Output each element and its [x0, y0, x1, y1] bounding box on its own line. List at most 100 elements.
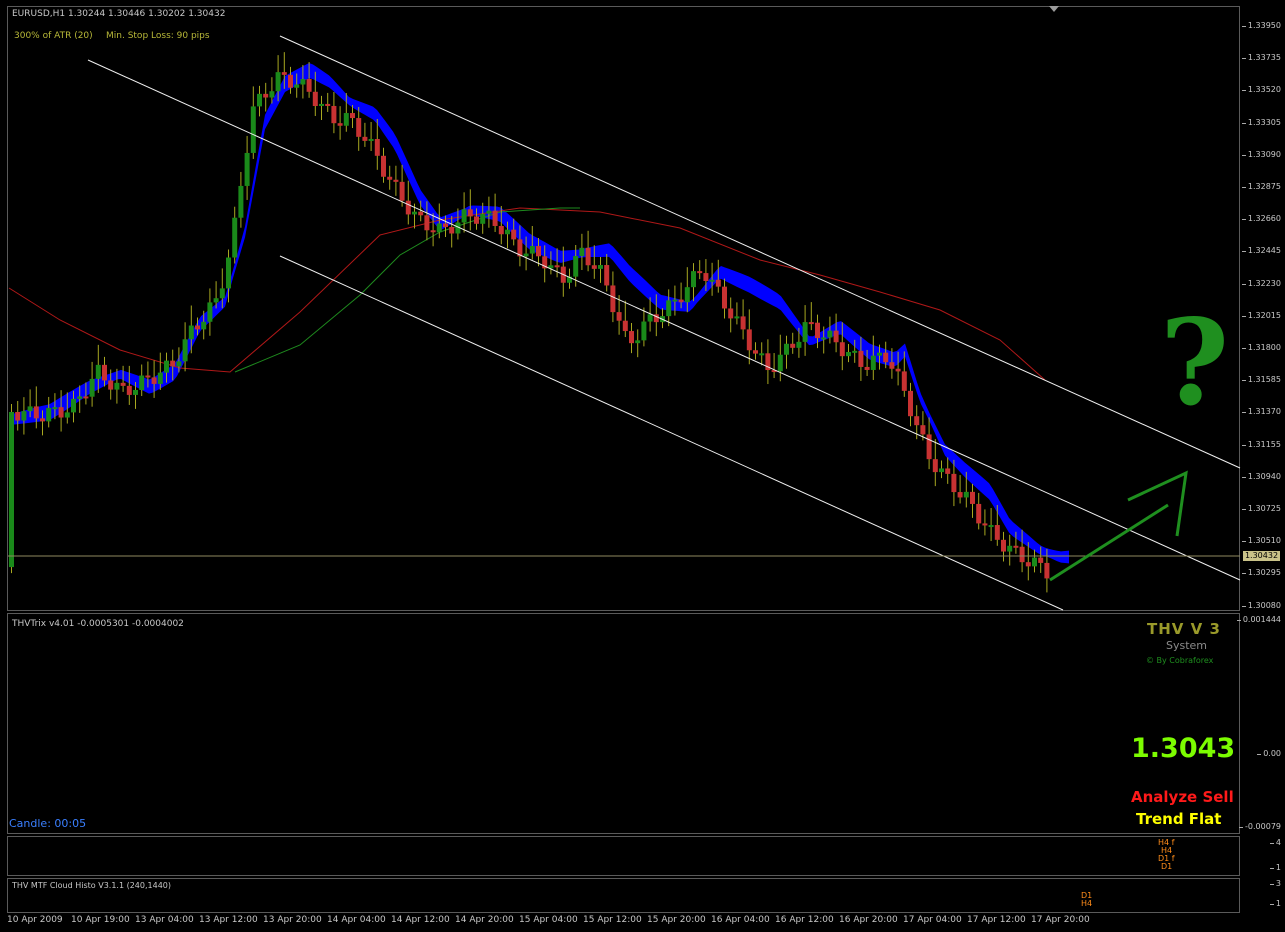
candle-body: [436, 223, 442, 233]
channel-upper-line: [279, 35, 1241, 469]
trix-axis[interactable]: 0.001444 0.00 -0.00079: [1236, 613, 1285, 834]
candle-body: [102, 364, 107, 381]
candle-body: [114, 382, 120, 390]
thv-credit: © By Cobraforex: [1146, 656, 1214, 665]
candle-body: [108, 380, 114, 390]
price-tick: 1.30080: [1241, 600, 1281, 610]
candle-body: [554, 265, 560, 268]
time-tick: 16 Apr 20:00: [839, 915, 898, 925]
candle-body: [232, 217, 238, 258]
candle-body: [815, 322, 820, 339]
candle-body: [120, 382, 126, 386]
time-tick: 13 Apr 20:00: [263, 915, 322, 925]
mtf-histo-pane[interactable]: [7, 836, 1240, 876]
time-tick: 17 Apr 12:00: [967, 915, 1026, 925]
price-axis[interactable]: 1.33950 1.33735 1.33520 1.33305 1.33090 1.328…: [1241, 6, 1285, 611]
price-tick: 1.31370: [1241, 407, 1281, 417]
chart-scroll-marker-icon[interactable]: [1049, 6, 1059, 12]
candle-body: [988, 525, 994, 528]
time-tick: 15 Apr 04:00: [519, 915, 578, 925]
histo2-tick-top: 3: [1269, 879, 1281, 888]
candle-body: [709, 279, 715, 282]
candle-body: [368, 138, 374, 141]
price-tick: 1.30725: [1241, 504, 1281, 513]
candle-body: [226, 257, 231, 289]
candle-body: [759, 353, 765, 356]
time-tick: 14 Apr 12:00: [391, 915, 450, 925]
candle-body: [288, 74, 293, 88]
candle-body: [784, 343, 789, 355]
candle-body: [1044, 562, 1050, 579]
histo2-axis[interactable]: 3 1: [1241, 878, 1285, 913]
candle-body: [573, 255, 579, 277]
price-tick: 1.30940: [1241, 471, 1281, 481]
candle-body: [629, 331, 634, 344]
candle-body: [895, 368, 901, 372]
candle-body: [932, 459, 938, 473]
candle-body: [858, 350, 864, 367]
candle-body: [325, 103, 331, 106]
candle-body: [176, 361, 182, 367]
candle-body: [1001, 539, 1006, 552]
stop-loss-label: Min. Stop Loss: 90 pips: [106, 31, 210, 41]
cloud-histo-pane[interactable]: [7, 878, 1240, 913]
candle-body: [319, 103, 324, 107]
candle-body: [963, 491, 969, 498]
candle-body: [201, 321, 207, 330]
candle-body: [610, 285, 616, 313]
time-tick: 15 Apr 12:00: [583, 915, 642, 925]
candle-body: [263, 93, 269, 98]
trix-indicator-pane[interactable]: [7, 613, 1240, 834]
candle-body: [213, 298, 219, 303]
candle-body: [250, 106, 256, 153]
candle-body: [827, 330, 833, 338]
thv-title: THV V 3: [1147, 620, 1221, 638]
candle-body: [133, 389, 138, 395]
candle-body: [443, 223, 448, 227]
price-tick: 1.32660: [1241, 214, 1281, 224]
time-tick: 16 Apr 12:00: [775, 915, 834, 925]
price-tick: 1.33520: [1241, 85, 1281, 95]
candle-body: [139, 375, 145, 390]
price-tick: 1.32445: [1241, 246, 1281, 256]
candle-body: [672, 299, 678, 302]
candle-body: [405, 200, 411, 215]
price-tick: 1.31155: [1241, 439, 1281, 449]
candle-body: [877, 352, 882, 356]
candle-body: [852, 350, 858, 353]
candle-body: [808, 322, 814, 325]
candle-body: [647, 314, 653, 322]
candle-body: [982, 523, 988, 526]
candle-body: [523, 253, 529, 257]
candle-body: [467, 209, 473, 217]
candle-body: [994, 525, 1000, 540]
candle-body: [777, 354, 783, 372]
price-tick: 1.30295: [1241, 568, 1281, 578]
atr-label: 300% of ATR (20): [14, 31, 93, 41]
candle-body: [666, 300, 672, 317]
candle-body: [579, 247, 585, 256]
projection-arrow-shaft: [1049, 503, 1169, 582]
price-tick: 1.32875: [1241, 182, 1281, 191]
candle-body: [126, 385, 132, 395]
time-tick: 15 Apr 20:00: [647, 915, 706, 925]
candle-body: [207, 302, 213, 322]
candle-body: [529, 246, 535, 254]
time-tick: 16 Apr 04:00: [711, 915, 770, 925]
candle-body: [244, 152, 250, 186]
time-tick: 17 Apr 20:00: [1031, 915, 1090, 925]
candle-body: [498, 225, 504, 235]
candle-body: [870, 355, 876, 370]
candle-body: [412, 211, 417, 215]
candle-body: [40, 418, 45, 422]
candle-body: [821, 337, 827, 340]
candle-body: [635, 340, 641, 344]
histo1-axis[interactable]: 4 1: [1241, 836, 1285, 876]
candle-body: [9, 412, 14, 568]
current-price-big: 1.3043: [1131, 733, 1236, 764]
candle-body: [461, 209, 467, 223]
candle-body: [430, 230, 436, 233]
price-tick: 1.32015: [1241, 310, 1281, 320]
candle-body: [536, 246, 541, 257]
candle-body: [356, 118, 362, 137]
